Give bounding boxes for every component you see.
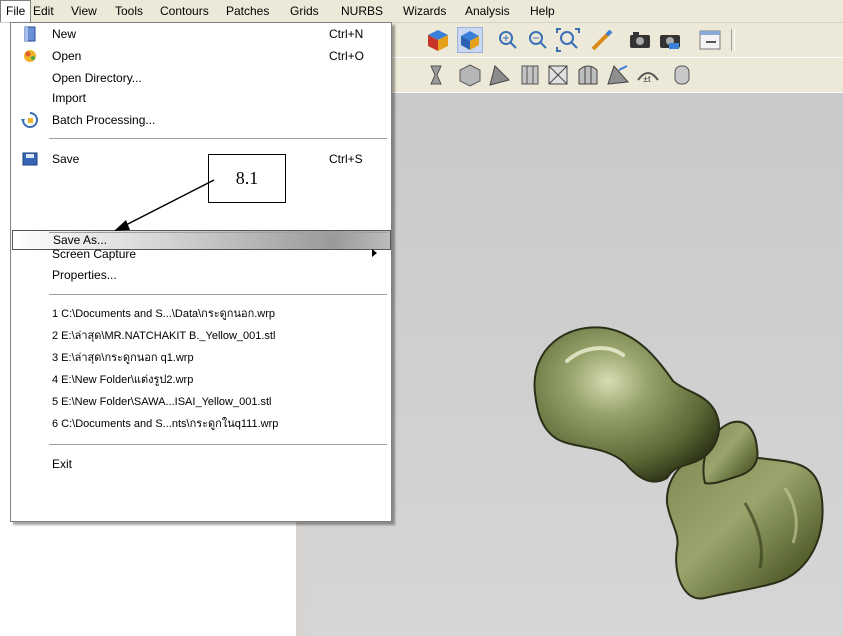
- menu-item-label: Open Directory...: [52, 71, 142, 85]
- open-folder-icon: [21, 47, 39, 65]
- menu-separator: [49, 232, 387, 233]
- menu-wizards[interactable]: Wizards: [398, 0, 451, 22]
- recent-file-label: 3 E:\ล่าสุด\กระดูกนอก q1.wrp: [52, 352, 194, 364]
- menu-nurbs[interactable]: NURBS: [336, 0, 388, 22]
- camera-icon[interactable]: [627, 27, 653, 53]
- menu-analysis[interactable]: Analysis: [460, 0, 515, 22]
- menu-item-exit[interactable]: Exit: [11, 453, 391, 475]
- menu-item-label: New: [52, 27, 77, 41]
- shaded-view-icon[interactable]: [425, 27, 451, 53]
- menu-edit[interactable]: Edit: [28, 0, 59, 22]
- menu-item-save[interactable]: Save Ctrl+S: [11, 148, 391, 170]
- recent-file-label: 5 E:\New Folder\SAWA...ISAI_Yellow_001.s…: [52, 396, 272, 408]
- save-disk-icon: [21, 150, 39, 168]
- menu-tools[interactable]: Tools: [110, 0, 148, 22]
- menu-item-label: Open: [52, 49, 82, 63]
- menu-item-label: Exit: [52, 457, 73, 471]
- patch-tool-icon[interactable]: [517, 62, 543, 88]
- zoom-fit-icon[interactable]: [555, 27, 581, 53]
- new-document-icon: [21, 25, 39, 43]
- menu-item-label: Batch Processing...: [52, 113, 156, 127]
- menu-patches[interactable]: Patches: [221, 0, 274, 22]
- zoom-out-icon[interactable]: [525, 27, 551, 53]
- menu-item-open[interactable]: Open Ctrl+O: [11, 45, 391, 67]
- menu-item-label: Properties...: [52, 268, 117, 282]
- grid-tool-icon[interactable]: [545, 62, 571, 88]
- recent-file-4[interactable]: 4 E:\New Folder\แต่งรูป2.wrp: [11, 369, 391, 391]
- toolbar-separator: [731, 29, 735, 51]
- menu-item-new[interactable]: New Ctrl+N: [11, 23, 391, 45]
- menu-separator: [49, 138, 387, 139]
- export-icon[interactable]: [697, 27, 723, 53]
- menu-separator: [49, 294, 387, 295]
- menu-view[interactable]: View: [66, 0, 102, 22]
- perspective-view-icon[interactable]: [457, 27, 483, 53]
- shortcut-label: Ctrl+S: [329, 152, 363, 166]
- trim-tool-icon[interactable]: [605, 62, 631, 88]
- menu-grids[interactable]: Grids: [285, 0, 324, 22]
- pencil-icon[interactable]: [589, 27, 615, 53]
- recent-file-label: 2 E:\ล่าสุด\MR.NATCHAKIT B._Yellow_001.s…: [52, 330, 276, 342]
- recent-file-label: 1 C:\Documents and S...\Data\กระดูกนอก.w…: [52, 308, 276, 320]
- offset-tool-icon[interactable]: ±t: [635, 62, 661, 88]
- zoom-in-icon[interactable]: [495, 27, 521, 53]
- menu-item-label: Save: [52, 152, 80, 166]
- extrude-tool-icon[interactable]: [669, 62, 695, 88]
- menu-item-label: Screen Capture: [52, 247, 137, 261]
- surface-tool-icon[interactable]: [487, 62, 513, 88]
- recent-file-2[interactable]: 2 E:\ล่าสุด\MR.NATCHAKIT B._Yellow_001.s…: [11, 325, 391, 347]
- shortcut-label: Ctrl+N: [329, 27, 364, 41]
- recent-file-3[interactable]: 3 E:\ล่าสุด\กระดูกนอก q1.wrp: [11, 347, 391, 369]
- menu-item-properties[interactable]: Properties...: [11, 264, 391, 286]
- shortcut-label: Ctrl+O: [329, 49, 365, 63]
- menu-item-label: Import: [52, 91, 87, 105]
- recent-file-label: 6 C:\Documents and S...nts\กระดูกในq111.…: [52, 418, 279, 430]
- menu-help[interactable]: Help: [525, 0, 560, 22]
- menu-bar: File Edit View Tools Contours Patches Gr…: [0, 0, 843, 23]
- menu-file[interactable]: File: [0, 0, 32, 22]
- recent-file-6[interactable]: 6 C:\Documents and S...nts\กระดูกในq111.…: [11, 413, 391, 435]
- annotation-callout: 8.1: [208, 154, 286, 203]
- recent-file-1[interactable]: 1 C:\Documents and S...\Data\กระดูกนอก.w…: [11, 303, 391, 325]
- camera-capture-icon[interactable]: [657, 27, 683, 53]
- menu-item-screen-capture[interactable]: Screen Capture: [11, 243, 391, 265]
- cylinder-tool-icon[interactable]: [423, 62, 449, 88]
- submenu-arrow-icon: [371, 247, 379, 261]
- menu-separator: [49, 444, 387, 445]
- menu-contours[interactable]: Contours: [155, 0, 214, 22]
- menu-item-open-directory[interactable]: Open Directory...: [11, 67, 391, 89]
- recent-file-label: 4 E:\New Folder\แต่งรูป2.wrp: [52, 374, 194, 386]
- file-menu-dropdown: New Ctrl+N Open Ctrl+O Open Directory...…: [10, 22, 392, 522]
- recent-file-5[interactable]: 5 E:\New Folder\SAWA...ISAI_Yellow_001.s…: [11, 391, 391, 413]
- menu-item-import[interactable]: Import: [11, 87, 391, 109]
- menu-item-batch-processing[interactable]: Batch Processing...: [11, 109, 391, 131]
- solid-tool-icon[interactable]: [457, 62, 483, 88]
- batch-processing-icon: [21, 111, 39, 129]
- svg-text:±t: ±t: [643, 74, 651, 84]
- nurbs-tool-icon[interactable]: [575, 62, 601, 88]
